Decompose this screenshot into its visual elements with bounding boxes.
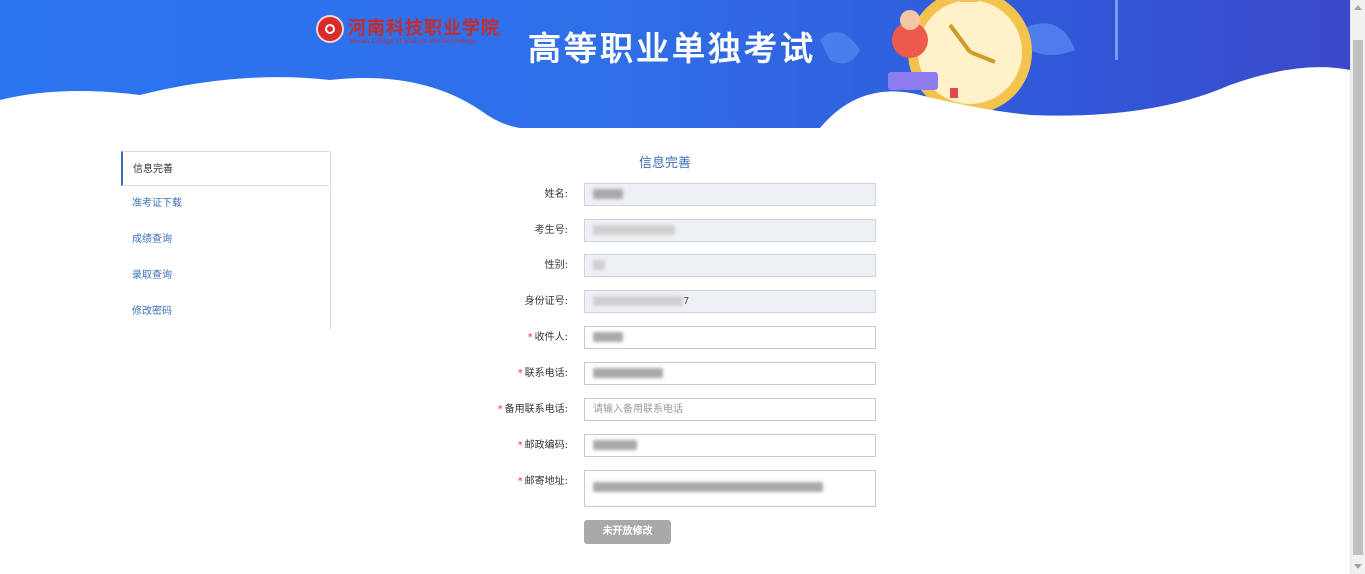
form-row-address: * 邮寄地址: [480, 470, 880, 507]
recipient-label: * 收件人: [527, 332, 568, 343]
scroll-down-arrow-icon[interactable] [1354, 564, 1362, 569]
sidebar-item-admission-query[interactable]: 录取查询 [121, 258, 330, 294]
postal-code-label: * 邮政编码: [517, 440, 568, 451]
submit-button-disabled[interactable]: 未开放修改 [584, 520, 671, 544]
backup-phone-label: * 备用联系电话: [497, 404, 568, 415]
school-name: 河南科技职业学院 [348, 18, 500, 39]
exam-number-field [584, 219, 876, 242]
page-scrollbar[interactable] [1350, 0, 1365, 574]
gender-field [584, 254, 876, 277]
recipient-input[interactable] [584, 326, 876, 349]
phone-input[interactable] [584, 362, 876, 385]
form-row-phone: * 联系电话: [480, 362, 880, 386]
form-row-name: 姓名: [480, 183, 880, 207]
phone-label: * 联系电话: [517, 368, 568, 379]
id-number-field: 7 [584, 290, 876, 313]
header-banner: 河南科技职业学院 Henan College of Science and Te… [0, 0, 1350, 128]
form-row-exam-number: 考生号: [480, 219, 880, 243]
gender-label: 性别: [544, 260, 568, 271]
school-subtitle: Henan College of Science and Technology [350, 38, 476, 45]
form-row-id-number: 身份证号: 7 [480, 290, 880, 314]
sidebar-item-change-password[interactable]: 修改密码 [121, 294, 330, 330]
address-label: * 邮寄地址: [517, 476, 568, 487]
sidebar-item-admission-ticket[interactable]: 准考证下载 [121, 186, 330, 222]
scrollbar-thumb[interactable] [1353, 40, 1363, 555]
id-number-label: 身份证号: [524, 296, 568, 307]
form-row-postal-code: * 邮政编码: [480, 434, 880, 458]
form-row-backup-phone: * 备用联系电话: 请输入备用联系电话 [480, 398, 880, 422]
backup-phone-input[interactable]: 请输入备用联系电话 [584, 398, 876, 421]
scroll-up-arrow-icon[interactable] [1354, 5, 1362, 10]
form-row-recipient: * 收件人: [480, 326, 880, 350]
sidebar-item-score-query[interactable]: 成绩查询 [121, 222, 330, 258]
page-banner-title: 高等职业单独考试 [528, 29, 816, 68]
school-logo: 河南科技职业学院 Henan College of Science and Te… [316, 14, 500, 45]
postal-code-input[interactable] [584, 434, 876, 457]
name-field [584, 183, 876, 206]
sidebar-nav: 信息完善 准考证下载 成绩查询 录取查询 修改密码 [121, 151, 331, 330]
form-row-gender: 性别: [480, 254, 880, 278]
school-seal-icon [316, 15, 344, 43]
address-textarea[interactable] [584, 470, 876, 507]
sidebar-item-info[interactable]: 信息完善 [121, 151, 329, 186]
exam-number-label: 考生号: [534, 225, 568, 236]
name-label: 姓名: [544, 189, 568, 200]
form-title: 信息完善 [638, 156, 691, 171]
